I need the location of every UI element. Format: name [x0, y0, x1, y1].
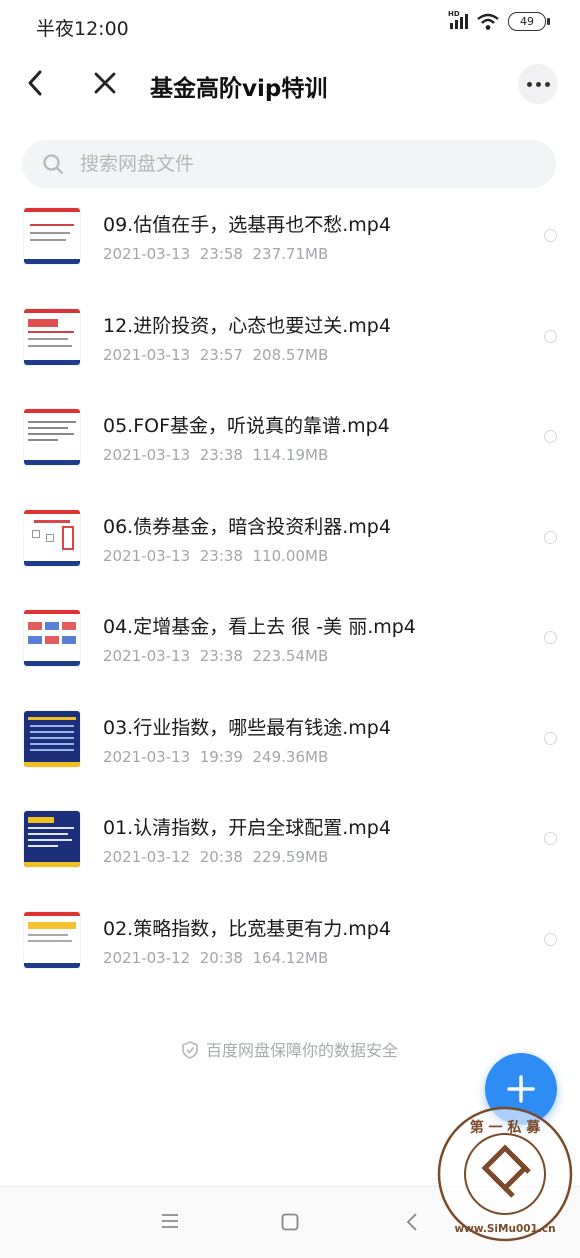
file-time: 23:57 — [199, 345, 243, 364]
more-dot-icon — [544, 81, 550, 87]
file-size: 229.59MB — [252, 848, 329, 866]
file-row[interactable]: 09.估值在手，选基再也不愁.mp4 2021-03-13 23:58 237.… — [0, 194, 580, 295]
back-button[interactable] — [22, 66, 52, 100]
file-size: 114.19MB — [252, 446, 329, 464]
search-input[interactable] — [78, 152, 502, 176]
file-name: 09.估值在手，选基再也不愁.mp4 — [103, 214, 391, 236]
file-name: 06.债券基金，暗含投资利器.mp4 — [103, 515, 391, 538]
file-meta: 2021-03-13 23:57 208.57MB — [103, 346, 328, 364]
wifi-icon — [477, 13, 499, 30]
file-time: 23:38 — [199, 446, 243, 464]
file-meta: 2021-03-13 19:39 249.36MB — [103, 748, 328, 766]
file-time: 20:38 — [199, 848, 243, 866]
page-title: 基金高阶vip特训 — [150, 76, 328, 102]
select-radio[interactable] — [544, 530, 557, 544]
file-size: 110.00MB — [252, 546, 329, 565]
close-button[interactable] — [88, 66, 122, 100]
video-thumbnail — [24, 509, 80, 566]
file-name: 05.FOF基金，听说真的靠谱.mp4 — [103, 415, 390, 437]
file-row[interactable]: 02.策略指数，比宽基更有力.mp4 2021-03-12 20:38 164.… — [0, 898, 580, 999]
file-date: 2021-03-13 — [103, 747, 191, 766]
file-time: 23:38 — [199, 647, 243, 665]
close-icon — [94, 72, 116, 94]
file-row[interactable]: 12.进阶投资，心态也要过关.mp4 2021-03-13 23:57 208.… — [0, 295, 580, 396]
signal-icon: HD — [448, 10, 468, 29]
file-size: 208.57MB — [252, 345, 329, 364]
file-list: 09.估值在手，选基再也不愁.mp4 2021-03-13 23:58 237.… — [0, 194, 580, 998]
file-meta: 2021-03-13 23:38 114.19MB — [103, 446, 328, 464]
file-meta: 2021-03-12 20:38 164.12MB — [103, 949, 328, 967]
file-row[interactable]: 04.定增基金，看上去 很 -美 丽.mp4 2021-03-13 23:38 … — [0, 596, 580, 697]
file-date: 2021-03-13 — [103, 245, 191, 263]
file-time: 23:58 — [199, 245, 243, 263]
status-time: 半夜12:00 — [36, 18, 129, 40]
file-name: 01.认清指数，开启全球配置.mp4 — [103, 817, 391, 839]
network-label: HD — [448, 10, 460, 18]
search-icon — [43, 154, 64, 175]
more-dot-icon — [535, 81, 541, 87]
file-size: 237.71MB — [252, 245, 329, 263]
file-date: 2021-03-12 — [103, 948, 191, 967]
select-radio[interactable] — [544, 631, 557, 644]
select-radio[interactable] — [544, 229, 557, 242]
video-thumbnail — [24, 409, 80, 465]
file-time: 23:38 — [199, 546, 243, 565]
file-name: 02.策略指数，比宽基更有力.mp4 — [103, 917, 391, 940]
chevron-left-icon — [28, 70, 42, 96]
video-thumbnail — [24, 710, 80, 767]
file-name: 04.定增基金，看上去 很 -美 丽.mp4 — [103, 616, 416, 638]
video-thumbnail — [24, 811, 80, 867]
watermark-stamp: 第 一 私 募 www.SiMu001.cn — [433, 1098, 576, 1248]
video-thumbnail — [24, 911, 80, 968]
file-meta: 2021-03-13 23:38 110.00MB — [103, 547, 328, 565]
file-meta: 2021-03-12 20:38 229.59MB — [103, 848, 328, 866]
search-bar[interactable] — [22, 140, 556, 188]
file-row[interactable]: 01.认清指数，开启全球配置.mp4 2021-03-12 20:38 229.… — [0, 797, 580, 898]
shield-icon — [182, 1041, 198, 1059]
file-time: 19:39 — [199, 747, 243, 766]
home-nav-button[interactable] — [280, 1212, 300, 1236]
battery-indicator: 49 — [508, 12, 550, 31]
menu-icon — [162, 1214, 178, 1228]
file-time: 20:38 — [199, 948, 243, 967]
file-name: 03.行业指数，哪些最有钱途.mp4 — [103, 716, 391, 739]
file-name: 12.进阶投资，心态也要过关.mp4 — [103, 314, 391, 337]
select-radio[interactable] — [544, 329, 557, 343]
video-thumbnail — [24, 208, 80, 264]
file-date: 2021-03-12 — [103, 848, 191, 866]
file-size: 223.54MB — [252, 647, 329, 665]
svg-text:www.SiMu001.cn: www.SiMu001.cn — [454, 1223, 555, 1235]
more-options-button[interactable] — [518, 64, 558, 104]
file-date: 2021-03-13 — [103, 546, 191, 565]
select-radio[interactable] — [544, 430, 557, 443]
status-icons: HD 49 — [448, 10, 550, 31]
video-thumbnail — [24, 610, 80, 666]
status-bar: 半夜12:00 HD 49 — [0, 0, 580, 52]
home-square-icon — [281, 1213, 299, 1231]
file-row[interactable]: 05.FOF基金，听说真的靠谱.mp4 2021-03-13 23:38 114… — [0, 395, 580, 496]
file-meta: 2021-03-13 23:38 223.54MB — [103, 647, 328, 665]
select-radio[interactable] — [544, 832, 557, 845]
header: 基金高阶vip特训 — [0, 52, 580, 116]
file-size: 249.36MB — [252, 747, 329, 766]
back-nav-button[interactable] — [403, 1211, 421, 1237]
file-row[interactable]: 03.行业指数，哪些最有钱途.mp4 2021-03-13 19:39 249.… — [0, 697, 580, 798]
file-size: 164.12MB — [252, 948, 329, 967]
menu-nav-button[interactable] — [160, 1213, 180, 1233]
file-date: 2021-03-13 — [103, 647, 191, 665]
file-date: 2021-03-13 — [103, 446, 191, 464]
watermark-logo: 第 一 私 募 www.SiMu001.cn — [437, 1106, 573, 1242]
back-triangle-icon — [406, 1213, 417, 1231]
file-meta: 2021-03-13 23:58 237.71MB — [103, 245, 328, 263]
file-date: 2021-03-13 — [103, 345, 191, 364]
more-dot-icon — [526, 81, 532, 87]
select-radio[interactable] — [544, 731, 557, 745]
select-radio[interactable] — [544, 932, 557, 946]
security-note-text: 百度网盘保障你的数据安全 — [205, 1041, 398, 1060]
video-thumbnail — [24, 308, 80, 365]
file-row[interactable]: 06.债券基金，暗含投资利器.mp4 2021-03-13 23:38 110.… — [0, 496, 580, 597]
svg-text:第 一 私 募: 第 一 私 募 — [470, 1119, 542, 1136]
security-note: 百度网盘保障你的数据安全 — [0, 1037, 580, 1061]
